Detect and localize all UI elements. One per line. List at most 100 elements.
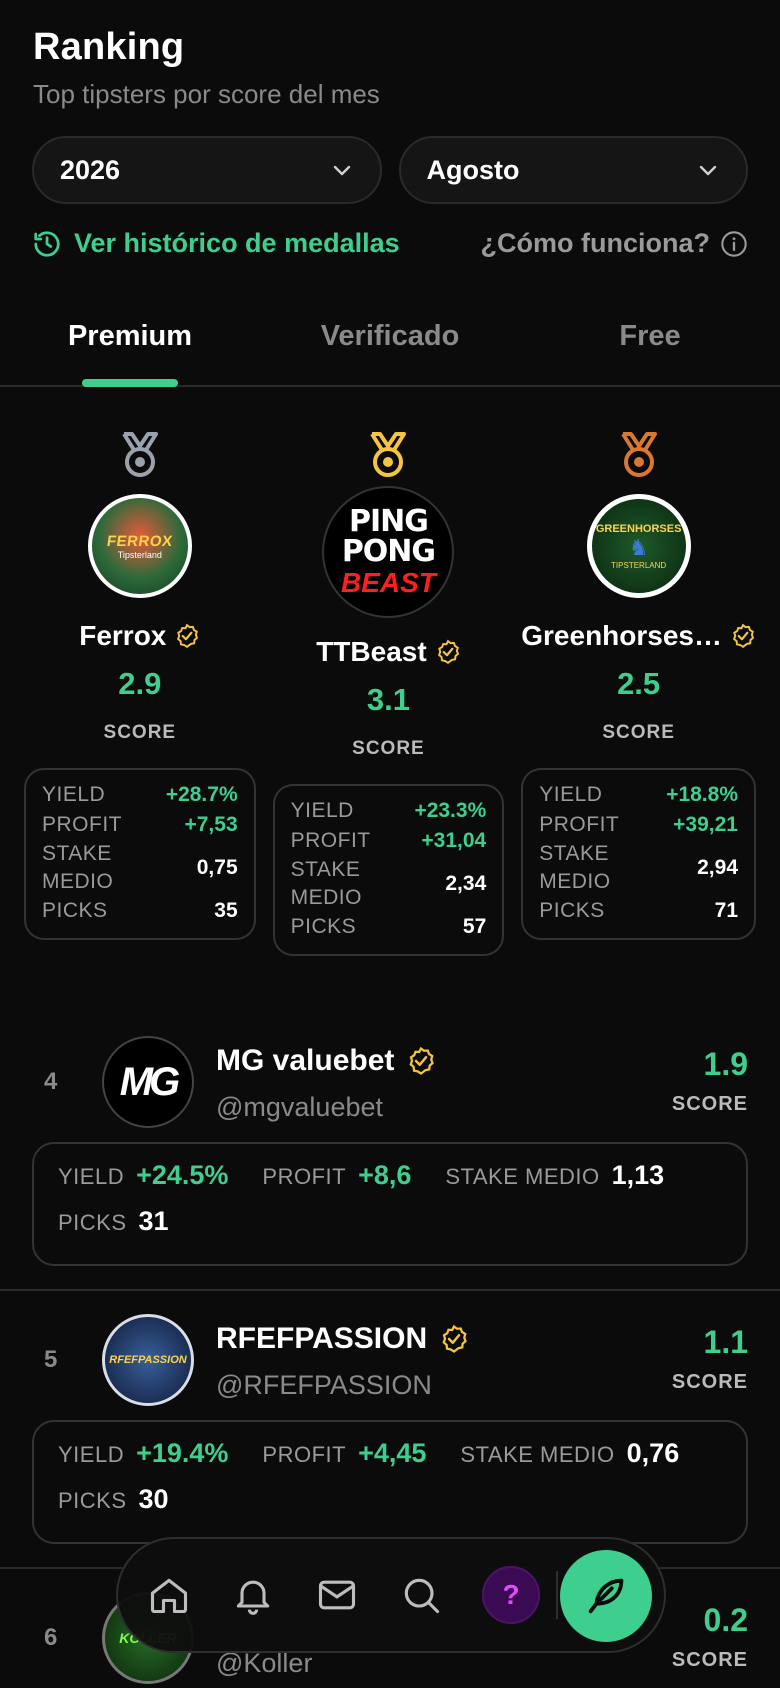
avatar: MG bbox=[102, 1036, 194, 1128]
stake-label-1: STAKE bbox=[42, 842, 112, 865]
verified-badge-icon bbox=[442, 1324, 467, 1353]
tab-premium-label: Premium bbox=[67, 320, 193, 352]
how-it-works-label: ¿Cómo funciona? bbox=[480, 228, 710, 258]
tipster-name: RFEFPASSION bbox=[216, 1322, 428, 1355]
score-label: SCORE bbox=[103, 722, 177, 743]
yield-label: YIELD bbox=[58, 1442, 125, 1467]
avatar-text: FERROX bbox=[105, 532, 174, 550]
score-label: SCORE bbox=[671, 1371, 748, 1393]
yield-value: +24.5% bbox=[136, 1160, 229, 1190]
tipster-name-row: RFEFPASSION bbox=[216, 1322, 469, 1356]
home-icon[interactable] bbox=[146, 1572, 192, 1618]
stake-value: 0,75 bbox=[196, 856, 238, 879]
how-it-works-link[interactable]: ¿Cómo funciona? bbox=[481, 228, 748, 259]
tab-premium[interactable]: Premium bbox=[0, 300, 260, 387]
profit-value: +39,21 bbox=[673, 813, 738, 836]
info-icon bbox=[721, 230, 747, 257]
history-icon bbox=[34, 230, 60, 257]
feather-icon bbox=[588, 1578, 624, 1614]
tab-verificado-label: Verificado bbox=[320, 320, 460, 352]
month-select[interactable]: Agosto bbox=[398, 136, 748, 204]
silver-medal-icon bbox=[122, 432, 158, 477]
header: Ranking Top tipsters por score del mes bbox=[33, 26, 747, 110]
profit-label: PROFIT bbox=[42, 813, 122, 836]
rank-number: 5 bbox=[44, 1346, 58, 1373]
podium-second[interactable]: FERROX Tipsterland Ferrox 2.9 SCORE YIEL… bbox=[24, 430, 256, 956]
picks-label: PICKS bbox=[539, 899, 605, 922]
year-select[interactable]: 2026 bbox=[32, 136, 382, 204]
mail-icon[interactable] bbox=[314, 1572, 360, 1618]
podium-first[interactable]: PING PONG BEAST TTBeast 3.1 SCORE YIELD +… bbox=[272, 430, 505, 956]
ranking-stats-card: YIELD +24.5% PROFIT +8,6 STAKE MEDIO 1,1… bbox=[32, 1142, 748, 1266]
yield-label: YIELD bbox=[290, 799, 354, 822]
avatar-text: PING PONG bbox=[341, 504, 436, 569]
filters: 2026 Agosto bbox=[32, 136, 748, 204]
search-icon[interactable] bbox=[398, 1572, 444, 1618]
tab-free[interactable]: Free bbox=[520, 300, 780, 385]
tipster-name: Ferrox bbox=[79, 620, 167, 651]
stake-label: STAKE MEDIO bbox=[460, 1442, 615, 1467]
score-label: SCORE bbox=[671, 1649, 748, 1671]
rank-score: 1.1 SCORE bbox=[672, 1324, 748, 1394]
picks-label: PICKS bbox=[58, 1488, 127, 1513]
profit-value: +7,53 bbox=[184, 813, 238, 836]
yield-value: +18.8% bbox=[666, 783, 738, 806]
tab-verificado[interactable]: Verificado bbox=[260, 300, 520, 385]
profit-value: +8,6 bbox=[358, 1160, 412, 1190]
gold-medal-icon bbox=[370, 432, 407, 477]
stats-card: YIELD +18.8% PROFIT +39,21 STAKE MEDIO 2,94 … bbox=[521, 768, 756, 940]
page-subtitle: Top tipsters por score del mes bbox=[33, 79, 380, 109]
profit-label: PROFIT bbox=[290, 829, 371, 852]
profit-label: PROFIT bbox=[262, 1442, 347, 1467]
profit-label: PROFIT bbox=[262, 1164, 347, 1189]
ranking-stats-card: YIELD +19.4% PROFIT +4,45 STAKE MEDIO 0,… bbox=[32, 1420, 748, 1544]
verified-badge-icon bbox=[177, 623, 199, 649]
picks-value: 31 bbox=[138, 1206, 169, 1236]
medal-history-link[interactable]: Ver histórico de medallas bbox=[32, 228, 400, 259]
stake-label-1: STAKE bbox=[539, 842, 610, 865]
podium-third[interactable]: GREENHORSES ♞ TIPSTERLAND Greenhorses… 2… bbox=[521, 430, 756, 956]
yield-value: +19.4% bbox=[136, 1438, 229, 1468]
yield-value: +28.7% bbox=[165, 783, 238, 806]
tier-tabs: Premium Verificado Free bbox=[0, 300, 780, 387]
bronze-medal-icon bbox=[620, 432, 657, 477]
avatar-text: GREENHORSES bbox=[595, 522, 682, 535]
compose-button[interactable] bbox=[560, 1550, 652, 1642]
yield-label: YIELD bbox=[539, 783, 603, 806]
verified-badge-icon bbox=[437, 639, 459, 665]
yield-label: YIELD bbox=[58, 1164, 125, 1189]
tipster-name: MG valuebet bbox=[216, 1044, 395, 1077]
bell-icon[interactable] bbox=[230, 1572, 276, 1618]
stats-card: YIELD +28.7% PROFIT +7,53 STAKE MEDIO 0,75 P… bbox=[24, 768, 256, 940]
avatar: PING PONG BEAST bbox=[322, 486, 455, 618]
links-row: Ver histórico de medallas ¿Cómo funciona… bbox=[32, 228, 748, 259]
profit-label: PROFIT bbox=[539, 813, 620, 836]
stake-label-2: MEDIO bbox=[290, 886, 362, 909]
verified-badge-icon bbox=[409, 1046, 435, 1075]
avatar-text: RFEFPASSION bbox=[109, 1354, 187, 1366]
year-select-value: 2026 bbox=[60, 154, 121, 185]
chevron-down-icon bbox=[699, 165, 717, 176]
stake-label-1: STAKE bbox=[290, 858, 361, 881]
picks-value: 35 bbox=[214, 899, 238, 922]
score-value: 2.5 bbox=[617, 666, 661, 701]
score-label: SCORE bbox=[352, 738, 425, 759]
picks-label: PICKS bbox=[42, 899, 108, 922]
yield-label: YIELD bbox=[42, 783, 106, 806]
tipster-name-row: Ferrox bbox=[79, 620, 200, 652]
picks-value: 30 bbox=[138, 1484, 169, 1514]
stake-value: 1,13 bbox=[611, 1160, 665, 1190]
profit-value: +4,45 bbox=[358, 1438, 427, 1468]
verified-badge-icon bbox=[732, 623, 755, 649]
podium: FERROX Tipsterland Ferrox 2.9 SCORE YIEL… bbox=[24, 430, 756, 956]
help-button[interactable]: ? bbox=[482, 1566, 540, 1624]
stake-label-2: MEDIO bbox=[539, 870, 611, 893]
bottom-nav: ? bbox=[116, 1537, 666, 1653]
stake-value: 2,94 bbox=[697, 856, 738, 879]
avatar: RFEFPASSION bbox=[102, 1314, 194, 1406]
horse-icon: ♞ bbox=[628, 534, 649, 560]
rank-number: 4 bbox=[44, 1068, 58, 1095]
rank-score: 0.2 SCORE bbox=[672, 1602, 748, 1672]
rank-score: 1.9 SCORE bbox=[672, 1046, 748, 1116]
divider bbox=[0, 1289, 780, 1291]
